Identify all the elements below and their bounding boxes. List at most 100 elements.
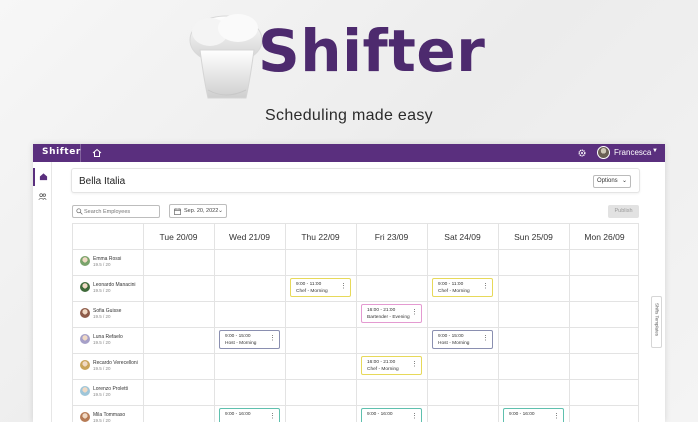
employee-hours: 19.5 / 20 (93, 288, 111, 293)
grid-column-divider (143, 223, 144, 422)
gear-icon[interactable] (577, 148, 587, 158)
sidebar-item-home[interactable] (33, 168, 52, 186)
more-vertical-icon[interactable]: ⋮ (411, 361, 418, 368)
more-vertical-icon[interactable]: ⋮ (482, 283, 489, 290)
employee-hours: 19.5 / 20 (93, 262, 111, 267)
chevron-down-icon: ⌄ (218, 208, 224, 214)
employee-row[interactable]: Luna Refaelo 19.5 / 20 (72, 327, 142, 353)
grid-column-divider (214, 223, 215, 422)
shift-card[interactable]: 9:00 - 11:00 Chef - Morning ⋮ (432, 278, 493, 297)
chevron-down-icon: ⌄ (621, 178, 627, 184)
shift-card[interactable]: 9:00 - 15:00 Host - Morning ⋮ (432, 330, 493, 349)
day-header: Sun 25/09 (514, 232, 553, 242)
calendar-icon (174, 208, 181, 215)
employee-hours: 19.5 / 20 (93, 392, 111, 397)
shift-time: 16:00 - 21:00 (367, 360, 396, 365)
employee-avatar (80, 334, 90, 344)
employee-hours: 19.5 / 20 (93, 314, 111, 319)
date-picker[interactable]: Sep. 20, 2022 ⌄ (169, 204, 227, 218)
home-icon (39, 173, 48, 181)
shift-role: Host - Morning (225, 341, 257, 346)
day-header: Fri 23/09 (374, 232, 409, 242)
employee-avatar (80, 386, 90, 396)
employee-row[interactable]: Emma Rossi 19.5 / 20 (72, 249, 142, 275)
user-name[interactable]: Francesca (614, 148, 651, 157)
chevron-down-icon[interactable]: ▼ (652, 148, 658, 154)
shift-templates-tab[interactable]: Shifts Templates (651, 296, 662, 348)
shift-role: Chef - Morning (296, 289, 328, 294)
employee-row[interactable]: Recardo Verecelloni 19.5 / 20 (72, 353, 142, 379)
restaurant-name: Bella Italia (79, 176, 126, 187)
search-icon (76, 208, 83, 215)
user-avatar[interactable] (597, 146, 610, 159)
employee-avatar (80, 360, 90, 370)
more-vertical-icon[interactable]: ⋮ (269, 335, 276, 342)
divider (80, 144, 81, 162)
shift-time: 16:00 - 21:00 (367, 308, 396, 313)
top-navbar: Shifter Francesca ▼ (33, 144, 665, 162)
employee-hours: 19.5 / 20 (93, 418, 111, 422)
employee-avatar (80, 412, 90, 422)
employee-avatar (80, 308, 90, 318)
shift-card[interactable]: 9:00 - 16:00 ⋮ (219, 408, 280, 422)
shift-time: 9:00 - 16:00 (225, 412, 251, 417)
employee-hours: 19.5 / 20 (93, 340, 111, 345)
app-window: Shifter Francesca ▼ Bella Italia Options… (33, 144, 665, 422)
shift-card[interactable]: 9:00 - 11:00 Chef - Morning ⋮ (290, 278, 351, 297)
more-vertical-icon[interactable]: ⋮ (411, 413, 418, 420)
publish-button[interactable]: Publish (608, 205, 639, 218)
more-vertical-icon[interactable]: ⋮ (553, 413, 560, 420)
shift-role: Host - Morning (438, 341, 470, 346)
more-vertical-icon[interactable]: ⋮ (482, 335, 489, 342)
employee-avatar (80, 282, 90, 292)
employee-hours: 19.5 / 20 (93, 366, 111, 371)
chef-hat-icon (189, 14, 263, 99)
shift-time: 9:00 - 11:00 (438, 282, 464, 287)
shift-card[interactable]: 9:00 - 16:00 ⋮ (361, 408, 422, 422)
grid-column-divider (427, 223, 428, 422)
shift-role: Bartender - Evening (367, 315, 410, 320)
sidebar (33, 162, 52, 422)
shift-templates-label: Shifts Templates (654, 303, 660, 336)
shift-time: 9:00 - 15:00 (225, 334, 251, 339)
employee-row[interactable]: Mila Tommaso 19.5 / 20 (72, 405, 142, 422)
shift-card[interactable]: 16:00 - 21:00 Bartender - Evening ⋮ (361, 304, 422, 323)
grid-column-divider (498, 223, 499, 422)
schedule-grid: Tue 20/09 Wed 21/09 Thu 22/09 Fri 23/09 Sat … (72, 223, 639, 422)
more-vertical-icon[interactable]: ⋮ (340, 283, 347, 290)
more-vertical-icon[interactable]: ⋮ (269, 413, 276, 420)
hero-banner: Shifter Scheduling made easy (0, 0, 698, 140)
shift-card[interactable]: 9:00 - 15:00 Host - Morning ⋮ (219, 330, 280, 349)
grid-column-divider (285, 223, 286, 422)
grid-column-divider (356, 223, 357, 422)
app-logo[interactable]: Shifter (42, 147, 81, 157)
shift-time: 9:00 - 16:00 (367, 412, 393, 417)
shift-card[interactable]: 9:00 - 16:00 ⋮ (503, 408, 564, 422)
options-dropdown[interactable]: Options ⌄ (593, 175, 631, 188)
day-header: Thu 22/09 (301, 232, 340, 242)
day-header: Mon 26/09 (584, 232, 625, 242)
employee-avatar (80, 256, 90, 266)
restaurant-header: Bella Italia Options ⌄ (71, 168, 640, 193)
employee-search[interactable] (72, 205, 160, 218)
shift-card[interactable]: 16:00 - 21:00 Chef - Morning ⋮ (361, 356, 422, 375)
day-header: Wed 21/09 (229, 232, 270, 242)
more-vertical-icon[interactable]: ⋮ (411, 309, 418, 316)
search-input[interactable] (84, 207, 158, 217)
brand-title: Shifter (258, 17, 486, 85)
options-label: Options (597, 178, 618, 184)
tagline: Scheduling made easy (265, 107, 433, 124)
shift-time: 9:00 - 15:00 (438, 334, 464, 339)
shift-time: 9:00 - 16:00 (509, 412, 535, 417)
day-header: Sat 24/09 (444, 232, 481, 242)
date-value: Sep. 20, 2022 (184, 208, 219, 214)
employee-row[interactable]: Sofia Guisse 19.5 / 20 (72, 301, 142, 327)
day-header: Tue 20/09 (159, 232, 198, 242)
employee-row[interactable]: Lorenzo Proletti 19.5 / 20 (72, 379, 142, 405)
employee-row[interactable]: Leonardo Manacini 19.5 / 20 (72, 275, 142, 301)
shift-time: 9:00 - 11:00 (296, 282, 322, 287)
home-icon[interactable] (92, 148, 102, 158)
grid-column-divider (569, 223, 570, 422)
shift-role: Chef - Morning (438, 289, 470, 294)
people-icon[interactable] (38, 192, 47, 201)
